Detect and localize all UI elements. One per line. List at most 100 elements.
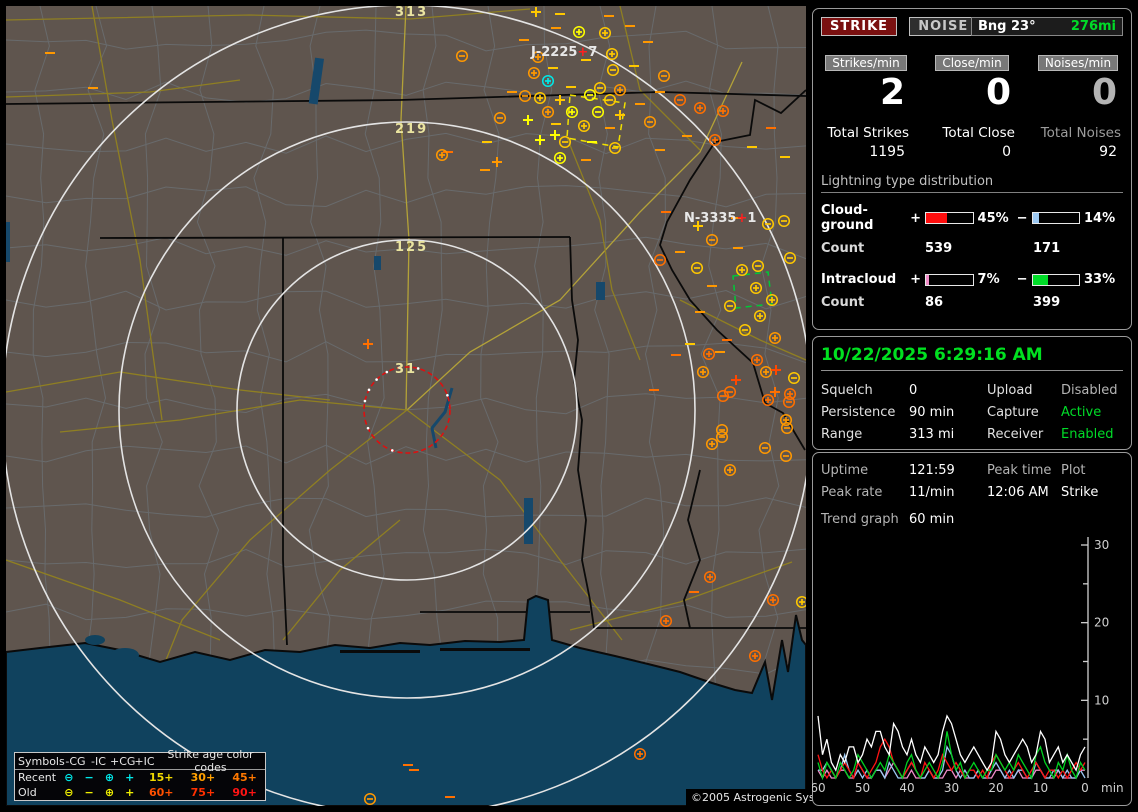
total-close-value: 0 <box>1002 144 1011 160</box>
count-label: Count <box>821 241 865 256</box>
cloud-ground-label: Cloud-ground <box>821 203 874 233</box>
legend-header-row: Symbols -CG -IC +CG +IC Strike age color… <box>15 748 265 774</box>
datetime-display: 10/22/2025 6:29:16 AM <box>821 345 1123 371</box>
app-window: { "header": { "strike_button": "STRIKE",… <box>0 0 1138 812</box>
age-code-90+: 90+ <box>232 786 257 799</box>
cg-minus-bar <box>1031 212 1080 224</box>
squelch-label: Squelch <box>821 383 873 398</box>
svg-text:31: 31 <box>395 362 417 377</box>
capture-status: Active <box>1061 405 1102 420</box>
range-label: Range <box>821 427 863 442</box>
svg-text:0: 0 <box>1081 781 1089 795</box>
svg-text:313: 313 <box>395 6 428 20</box>
svg-text:10: 10 <box>1094 693 1109 707</box>
legend-ic-plus-header: +IC <box>134 754 155 768</box>
legend-cg-plus-header: +CG <box>110 754 136 768</box>
cloud-ground-row: Cloud-ground + 45% − 14% <box>821 203 1123 233</box>
strikes-per-min-chip[interactable]: Strikes/min <box>825 55 907 71</box>
upload-label: Upload <box>987 383 1033 398</box>
close-per-min-value: 0 <box>985 72 1011 113</box>
legend-symbol--CG: ⊖ <box>64 771 74 784</box>
bearing-distance-box: Bng 23° 276mi <box>971 17 1123 36</box>
ic-minus-percent: 33% <box>1084 272 1116 287</box>
cloud-ground-count-row: Count 539 171 <box>821 241 1123 256</box>
svg-text:N-3335+1: N-3335+1 <box>684 211 756 226</box>
upload-status: Disabled <box>1061 383 1118 398</box>
legend-symbols-header: Symbols <box>18 754 65 768</box>
svg-text:10: 10 <box>1033 781 1048 795</box>
age-code-75+: 75+ <box>190 786 216 799</box>
capture-label: Capture <box>987 405 1039 420</box>
svg-text:30: 30 <box>1094 538 1109 552</box>
legend-symbol--CG: ⊖ <box>64 786 74 799</box>
total-noises-value: 92 <box>1099 144 1117 160</box>
svg-text:min: min <box>1101 781 1124 795</box>
distance-value: 276mi <box>1070 19 1116 34</box>
cg-plus-bar <box>925 212 974 224</box>
ic-minus-count: 399 <box>1033 295 1061 310</box>
bearing-value: Bng 23° <box>978 19 1036 34</box>
cg-plus-percent: 45% <box>977 210 1009 226</box>
legend-symbol--IC: − <box>84 786 94 799</box>
legend-symbol--IC: − <box>84 771 94 784</box>
ic-plus-percent: 7% <box>977 272 1000 287</box>
svg-text:219: 219 <box>395 122 428 137</box>
plus-sign: + <box>910 272 922 287</box>
minus-sign: − <box>1016 210 1028 226</box>
noises-per-min-value: 0 <box>1091 72 1117 113</box>
persistence-label: Persistence <box>821 405 896 420</box>
legend-symbol-+IC: + <box>125 771 135 784</box>
legend-cg-minus-header: -CG <box>65 754 86 768</box>
total-strikes-label: Total Strikes <box>827 125 909 141</box>
svg-text:60: 60 <box>812 781 826 795</box>
total-strikes-value: 1195 <box>869 144 905 160</box>
legend-symbol-+CG: ⊕ <box>104 771 115 784</box>
total-noises-label: Total Noises <box>1040 125 1121 141</box>
noises-per-min-chip[interactable]: Noises/min <box>1037 55 1119 71</box>
legend-row-old: Old ⊖ − ⊕ +60+ 75+ 90+ <box>15 785 265 800</box>
svg-text:20: 20 <box>988 781 1003 795</box>
svg-text:J-2225+7: J-2225+7 <box>530 45 597 60</box>
persistence-value: 90 min <box>909 405 955 420</box>
status-panel: 10/22/2025 6:29:16 AM Squelch 0 Upload D… <box>812 336 1132 450</box>
svg-text:30: 30 <box>944 781 959 795</box>
svg-text:125: 125 <box>395 240 428 255</box>
legend-row-recent: Recent ⊖ − ⊕ +15+ 30+ 45+ <box>15 770 265 785</box>
strikes-per-min-value: 2 <box>879 72 905 113</box>
receiver-status: Enabled <box>1061 427 1114 442</box>
svg-text:20: 20 <box>1094 616 1109 630</box>
plus-sign: + <box>910 210 922 226</box>
legend-symbol-+CG: ⊕ <box>104 786 115 799</box>
counters-panel: STRIKE NOISE Bng 23° 276mi Strikes/min C… <box>812 8 1132 330</box>
squelch-value: 0 <box>909 383 918 398</box>
svg-text:40: 40 <box>899 781 914 795</box>
legend-symbol-+IC: + <box>125 786 135 799</box>
trend-graph: 10 20 30 60 50 40 30 20 10 0 min <box>812 537 1124 795</box>
legend-recent-label: Recent <box>18 771 57 784</box>
distribution-title: Lightning type distribution <box>821 174 1123 193</box>
total-close-label: Total Close <box>942 125 1015 141</box>
intracloud-label: Intracloud <box>821 272 897 287</box>
minus-sign: − <box>1016 272 1028 287</box>
age-code-15+: 15+ <box>148 771 174 784</box>
receiver-label: Receiver <box>987 427 1044 442</box>
ic-minus-bar <box>1031 273 1080 286</box>
map-canvas: 313 219 125 31 J-2225+7 N-3335+1 <box>6 6 806 806</box>
lightning-map[interactable]: 313 219 125 31 J-2225+7 N-3335+1 Symbols -CG … <box>6 6 848 806</box>
legend-old-label: Old <box>18 786 37 799</box>
cg-minus-count: 171 <box>1033 241 1061 256</box>
strike-button[interactable]: STRIKE <box>821 17 898 36</box>
ic-plus-bar <box>925 273 974 286</box>
noise-button[interactable]: NOISE <box>909 17 978 36</box>
legend-ic-minus-header: -IC <box>91 754 106 768</box>
intracloud-count-row: Count 86 399 <box>821 295 1123 310</box>
cg-minus-percent: 14% <box>1084 210 1116 226</box>
svg-text:50: 50 <box>855 781 870 795</box>
range-value: 313 mi <box>909 427 955 442</box>
age-code-30+: 30+ <box>190 771 216 784</box>
symbol-legend: Symbols -CG -IC +CG +IC Strike age color… <box>14 748 266 801</box>
cg-plus-count: 539 <box>925 241 953 256</box>
count-label: Count <box>821 295 865 310</box>
age-code-45+: 45+ <box>232 771 257 784</box>
close-per-min-chip[interactable]: Close/min <box>935 55 1009 71</box>
